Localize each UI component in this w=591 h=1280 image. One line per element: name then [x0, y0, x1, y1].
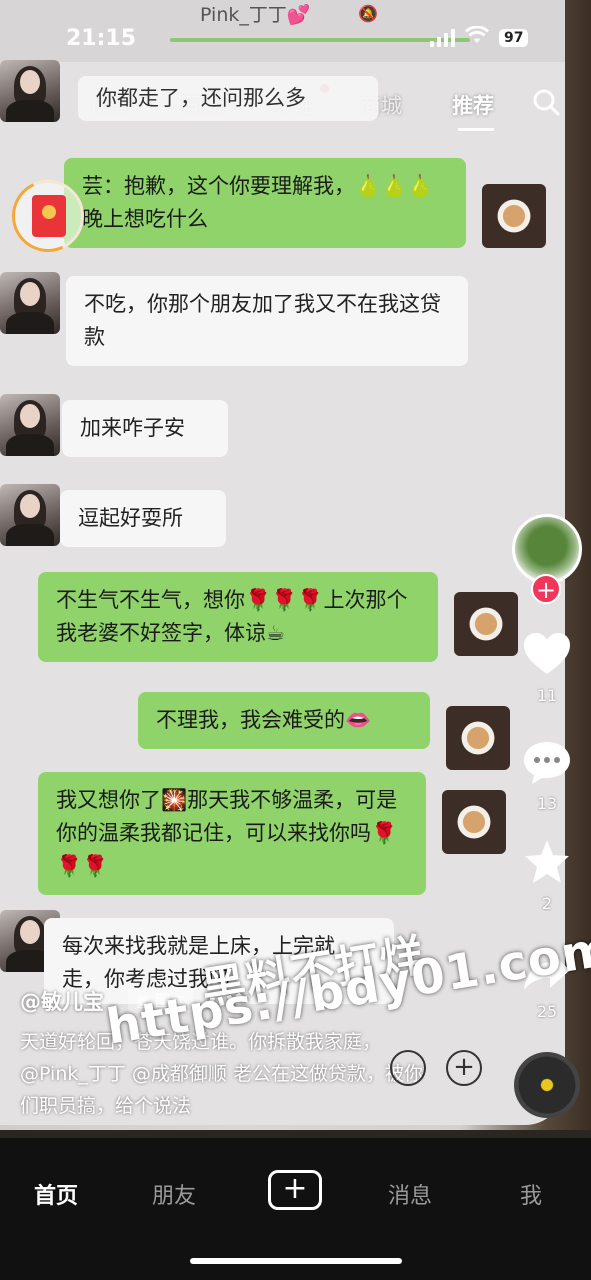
- heart-icon: [524, 633, 570, 674]
- my-avatar: [482, 184, 546, 248]
- message-bubble: 不吃，你那个朋友加了我又不在我这贷款: [66, 276, 468, 366]
- contact-avatar: [0, 394, 60, 456]
- message-bubble: 不生气不生气，想你🌹🌹🌹上次那个我老婆不好签字，体谅☕: [38, 572, 438, 662]
- message-bubble: 不理我，我会难受的👄: [138, 692, 430, 749]
- tab-friends[interactable]: 朋友: [152, 1178, 196, 1210]
- tab-recommend[interactable]: 推荐: [452, 90, 494, 120]
- active-tab-underline: [458, 128, 494, 131]
- my-avatar: [454, 592, 518, 656]
- message-bubble: 你都走了，还问那么多: [78, 76, 378, 121]
- message-bubble: 芸：抱歉，这个你要理解我，🍐🍐🍐晚上想吃什么: [64, 158, 466, 248]
- emoji-icon: [390, 1050, 426, 1086]
- comment-icon: [524, 742, 570, 784]
- star-icon: [525, 840, 569, 883]
- favorite-count: 2: [541, 894, 553, 913]
- post-author[interactable]: @敏儿宝: [20, 986, 104, 1016]
- signal-icon: [430, 28, 455, 47]
- status-time: 21:15: [66, 26, 137, 51]
- my-avatar: [442, 790, 506, 854]
- like-button[interactable]: 11: [512, 628, 582, 705]
- status-icons: 97: [430, 25, 529, 49]
- like-count: 11: [536, 686, 558, 705]
- chat-plus-icon: +: [446, 1050, 482, 1086]
- my-avatar: [446, 706, 510, 770]
- comment-count: 13: [536, 794, 558, 813]
- follow-button[interactable]: +: [531, 574, 561, 604]
- contact-avatar: [0, 484, 60, 546]
- tab-home[interactable]: 首页: [34, 1178, 78, 1210]
- tab-me[interactable]: 我: [520, 1178, 542, 1210]
- mute-bell-icon: 🔕: [358, 4, 378, 23]
- message-bubble: 逗起好耍所: [60, 490, 226, 547]
- contact-avatar: [0, 60, 60, 122]
- chat-header-bar: [170, 38, 470, 42]
- home-indicator: [190, 1258, 402, 1264]
- message-bubble: 加来咋子安: [62, 400, 228, 457]
- post-caption[interactable]: 天道好轮回，苍天饶过谁。你拆散我家庭，@Pink_丁丁 @成都御顺 老公在这做贷…: [20, 1026, 440, 1122]
- share-count: 25: [536, 1002, 558, 1021]
- battery-indicator: 97: [499, 28, 529, 47]
- music-disc-icon[interactable]: [514, 1052, 580, 1118]
- comment-button[interactable]: 13: [512, 736, 582, 813]
- message-bubble: 我又想你了🎇那天我不够温柔，可是你的温柔我都记住，可以来找你吗🌹🌹🌹: [38, 772, 426, 895]
- red-envelope-widget[interactable]: [1, 169, 95, 263]
- chat-contact-name: Pink_丁丁💕: [200, 4, 311, 26]
- wifi-icon: [464, 25, 490, 49]
- favorite-button[interactable]: 2: [512, 836, 582, 913]
- tab-messages[interactable]: 消息: [388, 1178, 432, 1210]
- create-post-button[interactable]: +: [268, 1170, 322, 1210]
- search-icon[interactable]: [532, 88, 560, 116]
- contact-avatar: [0, 272, 60, 334]
